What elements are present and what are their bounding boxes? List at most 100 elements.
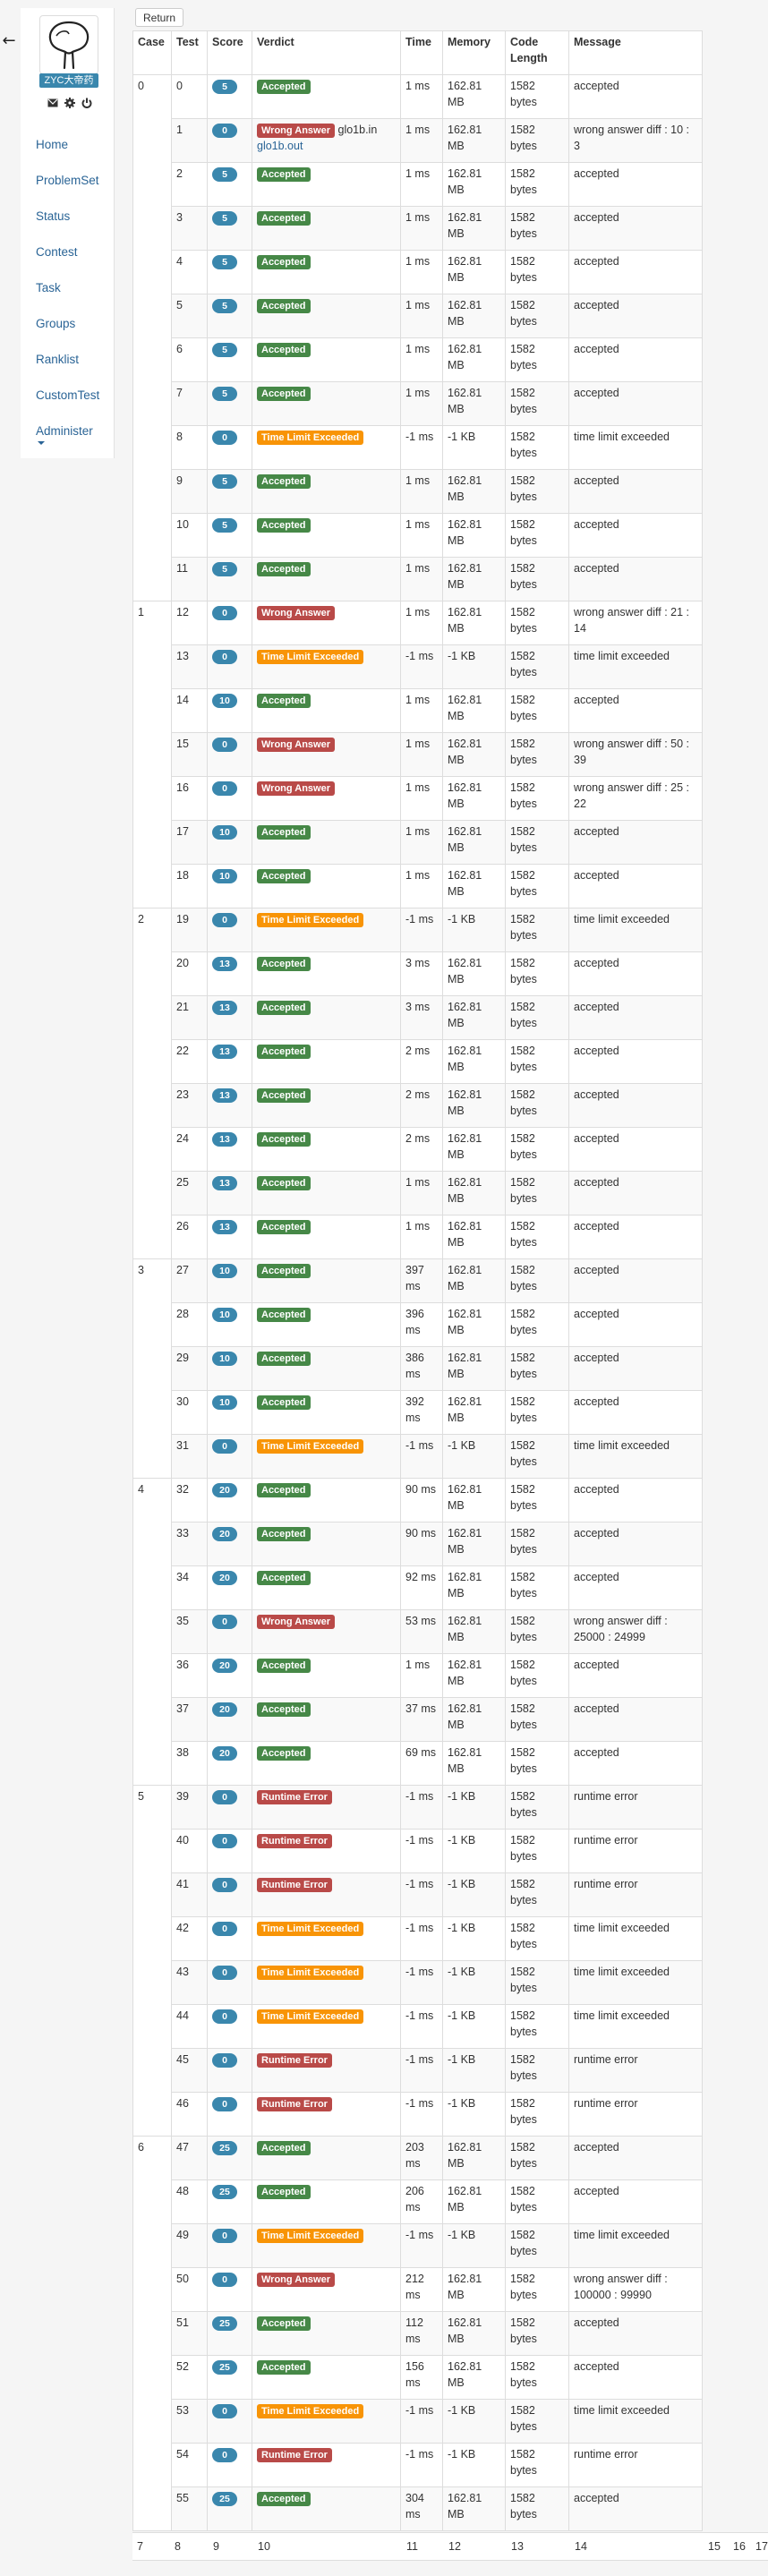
message-cell: accepted: [568, 2355, 703, 2400]
verdict-label: Accepted: [257, 1001, 311, 1015]
nav-home[interactable]: Home: [21, 127, 114, 163]
score-badge: 10: [212, 1308, 237, 1322]
message-cell: runtime error: [568, 2092, 703, 2137]
mail-icon[interactable]: [47, 98, 58, 107]
nav-customtest[interactable]: CustomTest: [21, 378, 114, 414]
score-badge: 20: [212, 1571, 237, 1585]
message-cell: wrong answer diff : 10 : 3: [568, 118, 703, 163]
verdict-cell: Wrong Answer: [252, 601, 401, 645]
table-row: 41 0 Runtime Error -1 ms -1 KB 1582 bytes runt…: [133, 1872, 703, 1917]
score-cell: 5: [207, 381, 252, 426]
time-cell: 1 ms: [400, 118, 443, 163]
time-cell: -1 ms: [400, 1785, 443, 1830]
test-cell: 15: [171, 732, 208, 777]
time-cell: -1 ms: [400, 644, 443, 689]
time-cell: 156 ms: [400, 2355, 443, 2400]
header-message: Message: [568, 30, 703, 75]
input-file-link[interactable]: glo1b.in: [338, 124, 378, 136]
verdict-cell: Accepted: [252, 294, 401, 338]
time-cell: -1 ms: [400, 1916, 443, 1961]
score-cell: 10: [207, 1346, 252, 1391]
memory-cell: 162.81 MB: [442, 1302, 506, 1347]
verdict-label: Accepted: [257, 211, 311, 226]
memory-cell: 162.81 MB: [442, 1258, 506, 1303]
test-cell: 34: [171, 1565, 208, 1610]
table-row: 2 19 0 Time Limit Exceeded -1 ms -1 KB 1582 by…: [132, 908, 703, 1259]
message-cell: accepted: [568, 951, 703, 996]
header-code-length: Code Length: [505, 30, 569, 75]
table-row: 14 10 Accepted 1 ms 162.81 MB 1582 bytes accep…: [133, 688, 703, 733]
message-cell: time limit exceeded: [568, 425, 703, 470]
nav-contest[interactable]: Contest: [21, 235, 114, 270]
verdict-cell: Time Limit Exceeded: [252, 1960, 401, 2005]
verdict-label: Time Limit Exceeded: [257, 913, 364, 927]
test-cell: 41: [171, 1872, 208, 1917]
verdict-label: Accepted: [257, 1746, 311, 1761]
verdict-label: Wrong Answer: [257, 781, 336, 796]
verdict-cell: Accepted: [252, 688, 401, 733]
memory-cell: 162.81 MB: [442, 2486, 506, 2531]
code-length-cell: 1582 bytes: [505, 1522, 569, 1566]
verdict-cell: Time Limit Exceeded: [252, 425, 401, 470]
code-length-cell: 1582 bytes: [505, 1215, 569, 1259]
score-cell: 13: [207, 1127, 252, 1172]
score-cell: 10: [207, 1258, 252, 1303]
test-cell: 44: [171, 2004, 208, 2049]
gear-icon[interactable]: [64, 98, 75, 108]
nav-problemset[interactable]: ProblemSet: [21, 163, 114, 199]
memory-cell: 162.81 MB: [442, 1741, 506, 1786]
username-badge[interactable]: ZYC大帝药: [39, 73, 98, 88]
score-badge: 5: [212, 474, 237, 489]
memory-cell: 162.81 MB: [442, 74, 506, 119]
memory-cell: 162.81 MB: [442, 337, 506, 382]
footer-number: 16: [733, 2540, 746, 2553]
code-length-cell: 1582 bytes: [505, 74, 569, 119]
verdict-label: Time Limit Exceeded: [257, 2404, 364, 2418]
nav-ranklist[interactable]: Ranklist: [21, 342, 114, 378]
code-length-cell: 1582 bytes: [505, 294, 569, 338]
code-length-cell: 1582 bytes: [505, 1039, 569, 1084]
back-arrow-icon[interactable]: ←: [0, 32, 18, 52]
nav-status[interactable]: Status: [21, 199, 114, 235]
code-length-cell: 1582 bytes: [505, 162, 569, 207]
score-badge: 13: [212, 1132, 237, 1147]
memory-cell: 162.81 MB: [442, 381, 506, 426]
verdict-cell: Accepted: [252, 2486, 401, 2531]
time-cell: 1 ms: [400, 162, 443, 207]
memory-cell: -1 KB: [442, 1785, 506, 1830]
verdict-label: Accepted: [257, 1659, 311, 1673]
code-length-cell: 1582 bytes: [505, 1127, 569, 1172]
output-file-link[interactable]: glo1b.out: [257, 140, 303, 152]
memory-cell: 162.81 MB: [442, 118, 506, 163]
score-cell: 10: [207, 1390, 252, 1435]
nav-groups[interactable]: Groups: [21, 306, 114, 342]
message-cell: wrong answer diff : 25000 : 24999: [568, 1609, 703, 1654]
test-cell: 3: [171, 206, 208, 251]
return-button[interactable]: Return: [135, 8, 184, 27]
message-cell: accepted: [568, 1522, 703, 1566]
score-cell: 0: [207, 1960, 252, 2005]
nav-administer[interactable]: Administer: [21, 414, 114, 449]
score-badge: 13: [212, 1176, 237, 1190]
verdict-label: Time Limit Exceeded: [257, 1966, 364, 1980]
time-cell: -1 ms: [400, 1872, 443, 1917]
verdict-label: Accepted: [257, 1088, 311, 1103]
memory-cell: 162.81 MB: [442, 2267, 506, 2312]
verdict-label: Wrong Answer: [257, 606, 336, 620]
test-cell: 19: [171, 908, 208, 952]
nav-task[interactable]: Task: [21, 270, 114, 306]
memory-cell: 162.81 MB: [442, 1127, 506, 1172]
avatar[interactable]: [39, 15, 98, 74]
test-cell: 35: [171, 1609, 208, 1654]
code-length-cell: 1582 bytes: [505, 2443, 569, 2487]
time-cell: 2 ms: [400, 1083, 443, 1128]
message-cell: wrong answer diff : 100000 : 99990: [568, 2267, 703, 2312]
verdict-cell: Accepted: [252, 469, 401, 514]
score-badge: 20: [212, 1483, 237, 1497]
power-icon[interactable]: [81, 98, 92, 108]
code-length-cell: 1582 bytes: [505, 2399, 569, 2444]
memory-cell: 162.81 MB: [442, 206, 506, 251]
score-cell: 0: [207, 1829, 252, 1873]
time-cell: 1 ms: [400, 776, 443, 821]
code-length-cell: 1582 bytes: [505, 206, 569, 251]
